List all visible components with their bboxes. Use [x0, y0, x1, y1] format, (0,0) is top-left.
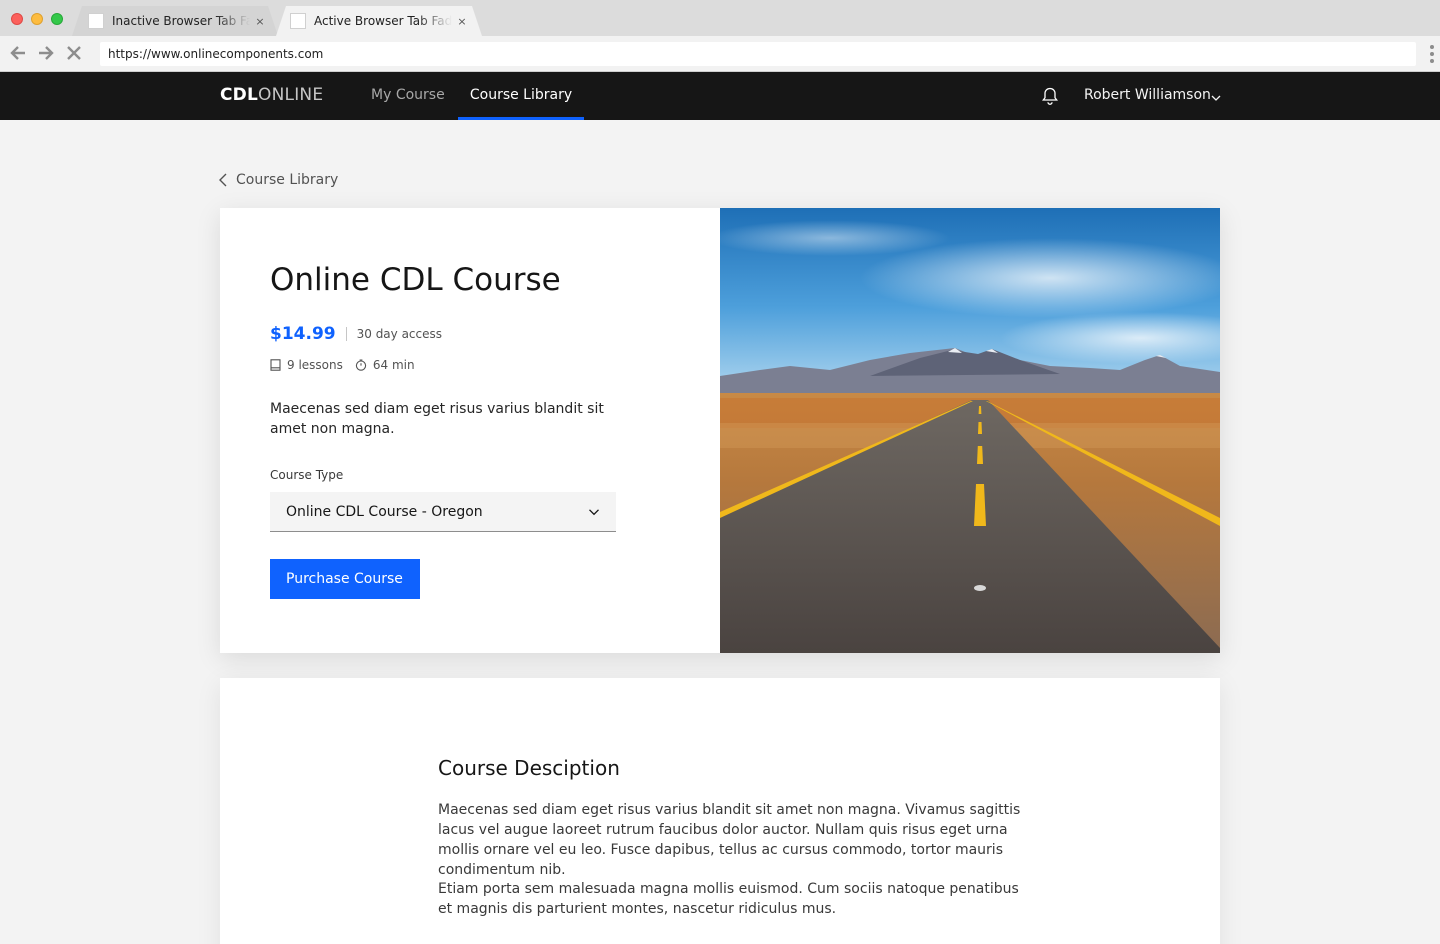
- timer-icon: [355, 359, 367, 371]
- tab-favicon-icon: [290, 13, 306, 29]
- tab-close-icon[interactable]: ×: [456, 15, 468, 28]
- browser-chrome: Inactive Browser Tab Fade × Active Brows…: [0, 0, 1440, 72]
- book-icon: [270, 359, 281, 371]
- tab-title: Inactive Browser Tab Fade: [112, 14, 250, 28]
- browser-toolbar: https://www.onlinecomponents.com: [0, 36, 1440, 72]
- course-duration: 64 min: [372, 358, 415, 372]
- course-description-card: Course Desciption Maecenas sed diam eget…: [220, 678, 1220, 944]
- address-bar[interactable]: https://www.onlinecomponents.com: [100, 42, 1416, 66]
- close-icon[interactable]: [64, 43, 84, 63]
- nav-my-course[interactable]: My Course: [371, 72, 445, 120]
- description-paragraph: Etiam porta sem malesuada magna mollis e…: [438, 881, 1019, 917]
- browser-tab-active[interactable]: Active Browser Tab Fade ×: [276, 6, 482, 36]
- tab-close-icon[interactable]: ×: [254, 15, 266, 28]
- nav-course-library[interactable]: Course Library: [458, 72, 584, 120]
- window-zoom-button[interactable]: [51, 13, 63, 25]
- chevron-down-icon: [589, 509, 599, 516]
- tab-favicon-icon: [88, 13, 104, 29]
- divider: [345, 327, 347, 341]
- chevron-down-icon[interactable]: [1210, 89, 1222, 101]
- section-title: Course Desciption: [438, 756, 620, 780]
- course-info-panel: Online CDL Course $14.99 30 day access 9…: [220, 208, 720, 653]
- browser-tab-inactive[interactable]: Inactive Browser Tab Fade ×: [72, 6, 278, 36]
- description-paragraph: Maecenas sed diam eget risus varius blan…: [438, 802, 1021, 878]
- course-summary: Maecenas sed diam eget risus varius blan…: [270, 401, 604, 437]
- tab-title: Active Browser Tab Fade: [314, 14, 452, 28]
- price-row: $14.99 30 day access: [270, 324, 442, 344]
- course-type-label: Course Type: [270, 468, 344, 482]
- kebab-menu-icon[interactable]: [1430, 45, 1434, 63]
- course-type-select[interactable]: Online CDL Course - Oregon: [270, 492, 616, 532]
- app-header: CDLONLINE My Course Course Library Rober…: [0, 72, 1440, 120]
- tab-strip: Inactive Browser Tab Fade × Active Brows…: [0, 0, 1440, 36]
- breadcrumb-back-link[interactable]: Course Library: [218, 170, 338, 190]
- window-minimize-button[interactable]: [31, 13, 43, 25]
- bell-icon[interactable]: [1040, 86, 1060, 106]
- course-hero-card: Online CDL Course $14.99 30 day access 9…: [220, 208, 1220, 653]
- course-hero-image: [720, 208, 1220, 653]
- access-duration: 30 day access: [356, 327, 443, 341]
- arrow-left-icon[interactable]: [8, 43, 28, 63]
- chevron-left-icon: [219, 173, 227, 187]
- course-price: $14.99: [270, 324, 336, 344]
- course-meta: 9 lessons 64 min: [270, 358, 415, 372]
- user-name[interactable]: Robert Williamson: [1084, 72, 1211, 120]
- course-title: Online CDL Course: [270, 262, 561, 298]
- course-type-value: Online CDL Course - Oregon: [286, 504, 483, 520]
- brand-logo[interactable]: CDLONLINE: [220, 72, 323, 120]
- desert-road-illustration: [720, 208, 1220, 653]
- lesson-count: 9 lessons: [287, 358, 343, 372]
- arrow-right-icon[interactable]: [36, 43, 56, 63]
- window-close-button[interactable]: [11, 13, 23, 25]
- breadcrumb-label: Course Library: [236, 172, 339, 188]
- purchase-course-button[interactable]: Purchase Course: [270, 559, 420, 599]
